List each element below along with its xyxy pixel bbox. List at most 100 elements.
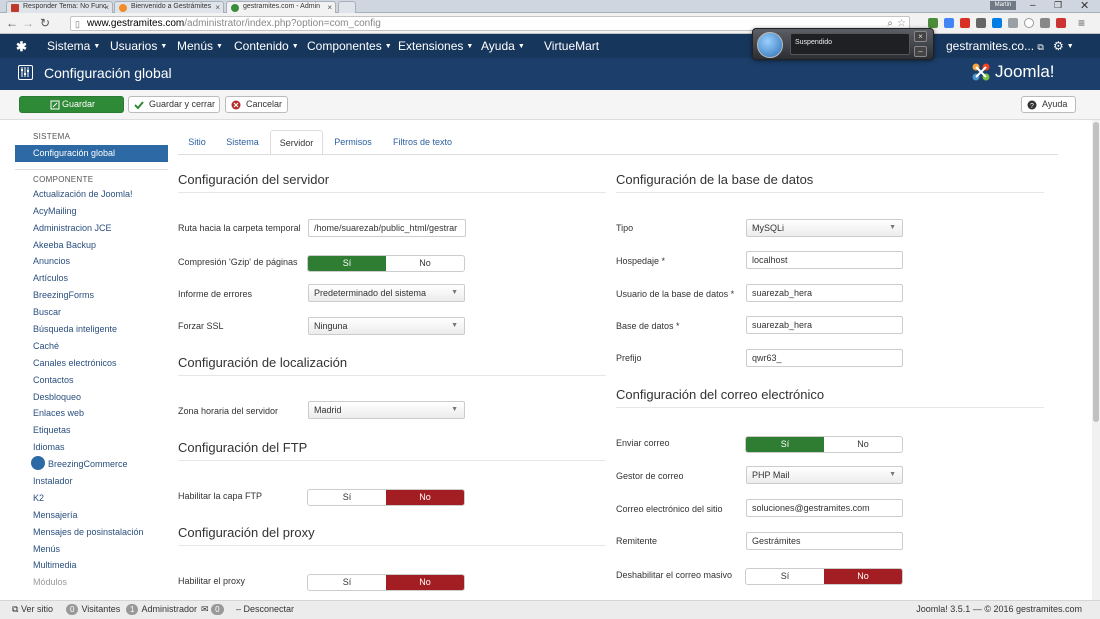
proxy-enable-toggle[interactable]: Sí No — [307, 574, 465, 591]
sidebar-item[interactable]: Buscar — [15, 304, 168, 321]
tab-site[interactable]: Sitio — [180, 130, 214, 155]
reload-icon[interactable]: ↻ — [40, 17, 50, 29]
extension-docs-icon[interactable] — [944, 18, 954, 28]
sidebar-item[interactable]: BreezingForms — [15, 287, 168, 304]
extension-drive-icon[interactable] — [928, 18, 938, 28]
popup-close-icon[interactable]: × — [914, 31, 927, 42]
sidebar-item-global-configuration[interactable]: Configuración global — [15, 145, 168, 162]
temp-path-input[interactable]: /home/suarezab/public_html/gestrar — [308, 219, 466, 237]
joomla-menu-icon[interactable]: ✱ — [16, 39, 27, 55]
sidebar-item[interactable]: BreezingCommerce — [15, 456, 168, 473]
no-option[interactable]: No — [386, 575, 464, 590]
new-tab-button[interactable] — [338, 1, 356, 13]
menu-extensions[interactable]: Extensiones ▼ — [398, 39, 473, 53]
popup-minimize-icon[interactable]: – — [914, 46, 927, 57]
browser-tab-1[interactable]: Responder Tema: No Func × — [6, 1, 113, 13]
cancel-button[interactable]: Cancelar — [225, 96, 288, 113]
browser-menu-icon[interactable]: ≡ — [1078, 16, 1085, 30]
db-user-input[interactable]: suarezab_hera — [746, 284, 903, 302]
extension-pdf-icon[interactable] — [960, 18, 970, 28]
sidebar-item[interactable]: Mensajes de posinstalación — [15, 524, 168, 541]
minimize-icon[interactable]: – — [1030, 0, 1036, 11]
save-button[interactable]: Guardar — [19, 96, 124, 113]
sidebar-item[interactable]: Mensajería — [15, 507, 168, 524]
tab-text-filters[interactable]: Filtros de texto — [386, 130, 459, 155]
yes-option[interactable]: Sí — [308, 490, 386, 505]
timezone-select[interactable]: Madrid ▼ — [308, 401, 465, 419]
browser-tab-3[interactable]: gestramites.com - Admin × — [226, 1, 336, 13]
close-tab-icon[interactable]: × — [215, 3, 220, 12]
yes-option[interactable]: Sí — [746, 569, 824, 584]
user-profile-badge[interactable]: Martin — [990, 1, 1016, 10]
help-button[interactable]: ? Ayuda — [1021, 96, 1076, 113]
sidebar-item[interactable]: Instalador — [15, 473, 168, 490]
no-option[interactable]: No — [386, 490, 464, 505]
sidebar-item[interactable]: Canales electrónicos — [15, 355, 168, 372]
menu-system[interactable]: Sistema ▼ — [47, 39, 100, 53]
db-host-input[interactable]: localhost — [746, 251, 903, 269]
close-tab-icon[interactable]: × — [327, 3, 332, 12]
sidebar-item[interactable]: Artículos — [15, 270, 168, 287]
extension-hands-icon[interactable] — [976, 18, 986, 28]
db-type-select[interactable]: MySQLi ▼ — [746, 219, 903, 237]
extension-grid-icon[interactable] — [1040, 18, 1050, 28]
sidebar-item[interactable]: K2 — [15, 490, 168, 507]
menu-virtuemart[interactable]: VirtueMart — [544, 39, 599, 53]
sidebar-item[interactable]: Etiquetas — [15, 422, 168, 439]
send-mail-toggle[interactable]: Sí No — [745, 436, 903, 453]
menu-users[interactable]: Usuarios ▼ — [110, 39, 167, 53]
mass-mail-toggle[interactable]: Sí No — [745, 568, 903, 585]
close-window-icon[interactable]: ✕ — [1080, 0, 1089, 12]
yes-option[interactable]: Sí — [746, 437, 824, 452]
force-ssl-select[interactable]: Ninguna ▼ — [308, 317, 465, 335]
sidebar-item[interactable]: Contactos — [15, 372, 168, 389]
sidebar-item[interactable]: Módulos — [15, 574, 168, 591]
gzip-toggle[interactable]: Sí No — [307, 255, 465, 272]
sidebar-item[interactable]: Multimedia — [15, 557, 168, 574]
sidebar-item[interactable]: Actualización de Joomla! — [15, 186, 168, 203]
sidebar-item[interactable]: Administracion JCE — [15, 220, 168, 237]
back-icon[interactable]: ← — [6, 17, 18, 29]
sidebar-item[interactable]: Búsqueda inteligente — [15, 321, 168, 338]
ftp-enable-toggle[interactable]: Sí No — [307, 489, 465, 506]
db-name-input[interactable]: suarezab_hera — [746, 316, 903, 334]
sidebar-item[interactable]: Menús — [15, 541, 168, 558]
visitors-status[interactable]: 0 Visitantes — [66, 604, 120, 615]
user-settings-menu[interactable]: ⚙ ▼ — [1053, 39, 1074, 53]
no-option[interactable]: No — [824, 569, 902, 584]
sidebar-item[interactable]: Enlaces web — [15, 405, 168, 422]
microphone-icon[interactable] — [757, 32, 783, 58]
extension-screen-icon[interactable] — [1008, 18, 1018, 28]
tab-permissions[interactable]: Permisos — [328, 130, 378, 155]
messages-status[interactable]: ✉ 0 — [201, 604, 227, 615]
menu-components[interactable]: Componentes ▼ — [307, 39, 392, 53]
sidebar-item[interactable]: Idiomas — [15, 439, 168, 456]
save-and-close-button[interactable]: Guardar y cerrar — [128, 96, 220, 113]
scrollbar-thumb[interactable] — [1093, 122, 1099, 422]
sender-input[interactable]: Gestrámites — [746, 532, 903, 550]
maximize-icon[interactable]: ❐ — [1054, 0, 1062, 11]
extension-circle-icon[interactable] — [1024, 18, 1034, 28]
sidebar-item[interactable]: AcyMailing — [15, 203, 168, 220]
tab-server[interactable]: Servidor — [270, 130, 323, 155]
forward-icon[interactable]: → — [22, 17, 34, 29]
admins-status[interactable]: 1 Administrador — [126, 604, 197, 615]
extension-dropbox-icon[interactable] — [992, 18, 1002, 28]
menu-menus[interactable]: Menús ▼ — [177, 39, 223, 53]
sidebar-item[interactable]: Desbloqueo — [15, 389, 168, 406]
yes-option[interactable]: Sí — [308, 575, 386, 590]
browser-tab-2[interactable]: Bienvenido a Gestrámites × — [114, 1, 224, 13]
db-prefix-input[interactable]: qwr63_ — [746, 349, 903, 367]
sidebar-item[interactable]: Caché — [15, 338, 168, 355]
tab-system[interactable]: Sistema — [220, 130, 265, 155]
no-option[interactable]: No — [824, 437, 902, 452]
yes-option[interactable]: Sí — [308, 256, 386, 271]
site-email-input[interactable]: soluciones@gestramites.com — [746, 499, 903, 517]
no-option[interactable]: No — [386, 256, 464, 271]
site-link[interactable]: gestramites.co... ⧉ — [946, 39, 1044, 53]
sidebar-item[interactable]: Anuncios — [15, 253, 168, 270]
mailer-select[interactable]: PHP Mail ▼ — [746, 466, 903, 484]
sidebar-item[interactable]: Akeeba Backup — [15, 237, 168, 254]
close-tab-icon[interactable]: × — [104, 3, 109, 12]
error-reporting-select[interactable]: Predeterminado del sistema ▼ — [308, 284, 465, 302]
